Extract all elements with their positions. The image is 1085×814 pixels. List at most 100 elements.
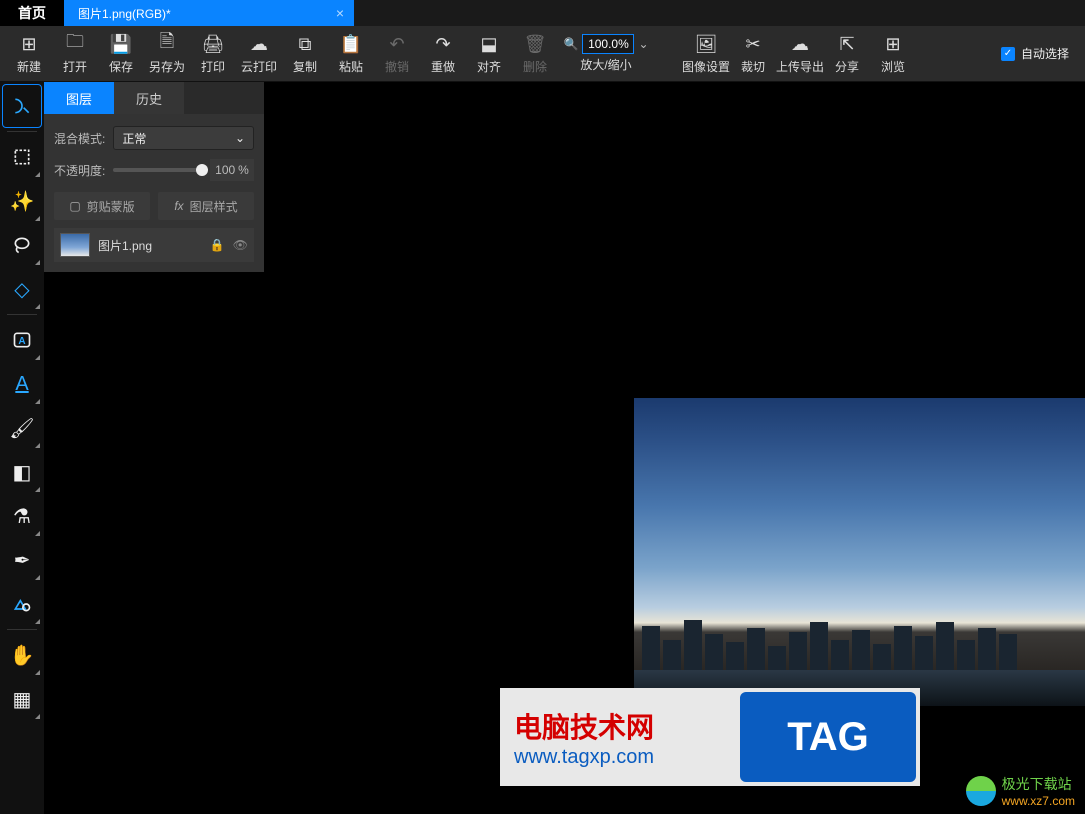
brush-tool[interactable]: 🖌 — [2, 406, 42, 450]
new-button[interactable]: ⊞ 新建 — [6, 27, 52, 81]
open-button[interactable]: 🗀 打开 — [52, 27, 98, 81]
opacity-unit: % — [238, 163, 249, 177]
paste-label: 粘贴 — [339, 58, 363, 75]
saveas-icon: 🗎 — [160, 32, 174, 56]
separator — [7, 131, 37, 132]
browse-button[interactable]: ⊞ 浏览 — [870, 27, 916, 81]
slider-thumb[interactable] — [196, 164, 208, 176]
opacity-label: 不透明度: — [54, 162, 105, 179]
autoselect-checkbox[interactable]: ✓ — [1001, 47, 1015, 61]
tab-bar: 首页 图片1.png(RGB)* × — [0, 0, 1085, 26]
blend-mode-label: 混合模式: — [54, 130, 105, 147]
fx-icon: fx — [174, 199, 183, 213]
watermark-badge: TAG — [740, 692, 916, 782]
trash-icon: 🗑 — [524, 32, 547, 56]
magic-wand-tool[interactable]: ✨ — [2, 179, 42, 223]
hand-tool[interactable]: ✋ — [2, 633, 42, 677]
watermark-tagxp: 电脑技术网 www.tagxp.com TAG — [500, 688, 920, 786]
wand-icon: ✨ — [10, 189, 35, 214]
text-style-tool[interactable]: A — [2, 362, 42, 406]
plus-square-icon: ⊞ — [21, 32, 36, 56]
panel-tabs: 图层 历史 — [44, 82, 264, 114]
lasso-tool[interactable] — [2, 223, 42, 267]
new-label: 新建 — [17, 58, 41, 75]
crop-label: 裁切 — [741, 58, 765, 75]
text-underline-icon: A — [15, 373, 28, 396]
eye-icon[interactable]: 👁 — [233, 238, 248, 252]
close-icon[interactable]: × — [336, 5, 344, 21]
crop-icon: ✂ — [745, 32, 760, 56]
zoom-input[interactable] — [582, 34, 634, 54]
shape-tool[interactable] — [2, 582, 42, 626]
watermark-xz7: 极光下载站 www.xz7.com — [966, 774, 1075, 808]
text-tool[interactable]: A — [2, 318, 42, 362]
imagesettings-button[interactable]: 🖼 图像设置 — [682, 27, 730, 81]
undo-label: 撤销 — [385, 58, 409, 75]
watermark-line1: 电脑技术网 — [514, 706, 736, 746]
marquee-icon — [12, 147, 32, 167]
zoom-label: 放大/缩小 — [580, 56, 631, 73]
layer-style-label: 图层样式 — [190, 198, 238, 215]
cloudprint-button[interactable]: ☁ 云打印 — [236, 27, 282, 81]
undo-button[interactable]: ↶ 撤销 — [374, 27, 420, 81]
redo-button[interactable]: ↷ 重做 — [420, 27, 466, 81]
layer-style-button[interactable]: fx 图层样式 — [158, 192, 254, 220]
opacity-slider[interactable] — [113, 168, 202, 172]
tab-history[interactable]: 历史 — [114, 82, 184, 114]
print-label: 打印 — [201, 58, 225, 75]
xz7-logo-icon — [966, 776, 996, 806]
crop-button[interactable]: ✂ 裁切 — [730, 27, 776, 81]
layers-panel: 图层 历史 混合模式: 正常 ⌄ 不透明度: 100 % ▢ — [44, 82, 264, 272]
chevron-down-icon[interactable]: ⌄ — [638, 37, 648, 51]
pen-tool[interactable]: ✒ — [2, 538, 42, 582]
print-icon: 🖨 — [202, 32, 225, 56]
cloud-print-icon: ☁ — [250, 32, 268, 56]
canvas-image[interactable] — [634, 398, 1085, 706]
file-tab-label: 图片1.png(RGB)* — [78, 5, 171, 22]
save-button[interactable]: 💾 保存 — [98, 27, 144, 81]
marquee-tool[interactable] — [2, 135, 42, 179]
align-button[interactable]: ⬓ 对齐 — [466, 27, 512, 81]
lock-icon[interactable]: 🔒 — [210, 238, 225, 252]
uploadexport-button[interactable]: ☁ 上传导出 — [776, 27, 824, 81]
share-button[interactable]: ⇱ 分享 — [824, 27, 870, 81]
copy-button[interactable]: ⧉ 复制 — [282, 27, 328, 81]
tab-layers[interactable]: 图层 — [44, 82, 114, 114]
autoselect-label: 自动选择 — [1021, 45, 1069, 62]
blend-mode-select[interactable]: 正常 ⌄ — [113, 126, 254, 150]
saveas-label: 另存为 — [149, 58, 185, 75]
grid-icon: ⊞ — [885, 32, 900, 56]
move-tool[interactable] — [2, 84, 42, 128]
separator — [7, 629, 37, 630]
paint-bucket-tool[interactable]: ◇ — [2, 267, 42, 311]
eraser-tool[interactable]: ◧ — [2, 450, 42, 494]
home-tab-label: 首页 — [18, 3, 46, 23]
uploadexport-label: 上传导出 — [776, 58, 824, 75]
save-icon: 💾 — [110, 32, 132, 56]
copy-label: 复制 — [293, 58, 317, 75]
hand-icon: ✋ — [10, 643, 35, 668]
tab-history-label: 历史 — [136, 89, 162, 108]
opacity-value-box[interactable]: 100 % — [210, 159, 254, 181]
saveas-button[interactable]: 🗎 另存为 — [144, 27, 190, 81]
pointer-icon — [12, 96, 32, 116]
layer-item[interactable]: 图片1.png 🔒 👁 — [54, 228, 254, 262]
lasso-icon — [12, 235, 32, 255]
xz7-url: www.xz7.com — [1002, 794, 1075, 808]
file-tab[interactable]: 图片1.png(RGB)* × — [64, 0, 354, 26]
main-toolbar: ⊞ 新建 🗀 打开 💾 保存 🗎 另存为 🖨 打印 ☁ 云打印 ⧉ 复制 📋 粘… — [0, 26, 1085, 82]
eraser-icon: ◧ — [13, 460, 32, 485]
share-label: 分享 — [835, 58, 859, 75]
tool-strip: ✨ ◇ A A 🖌 ◧ ⚗ ✒ ✋ ▦ — [0, 82, 44, 814]
delete-button[interactable]: 🗑 删除 — [512, 27, 558, 81]
clip-mask-button[interactable]: ▢ 剪贴蒙版 — [54, 192, 150, 220]
svg-text:A: A — [18, 336, 25, 347]
magnifier-icon[interactable]: 🔍 — [563, 37, 578, 51]
zoom-control: 🔍 ⌄ 放大/缩小 — [558, 34, 654, 73]
stamp-tool[interactable]: ⚗ — [2, 494, 42, 538]
print-button[interactable]: 🖨 打印 — [190, 27, 236, 81]
paste-button[interactable]: 📋 粘贴 — [328, 27, 374, 81]
home-tab[interactable]: 首页 — [0, 0, 64, 26]
grid-tool[interactable]: ▦ — [2, 677, 42, 721]
redo-label: 重做 — [431, 58, 455, 75]
